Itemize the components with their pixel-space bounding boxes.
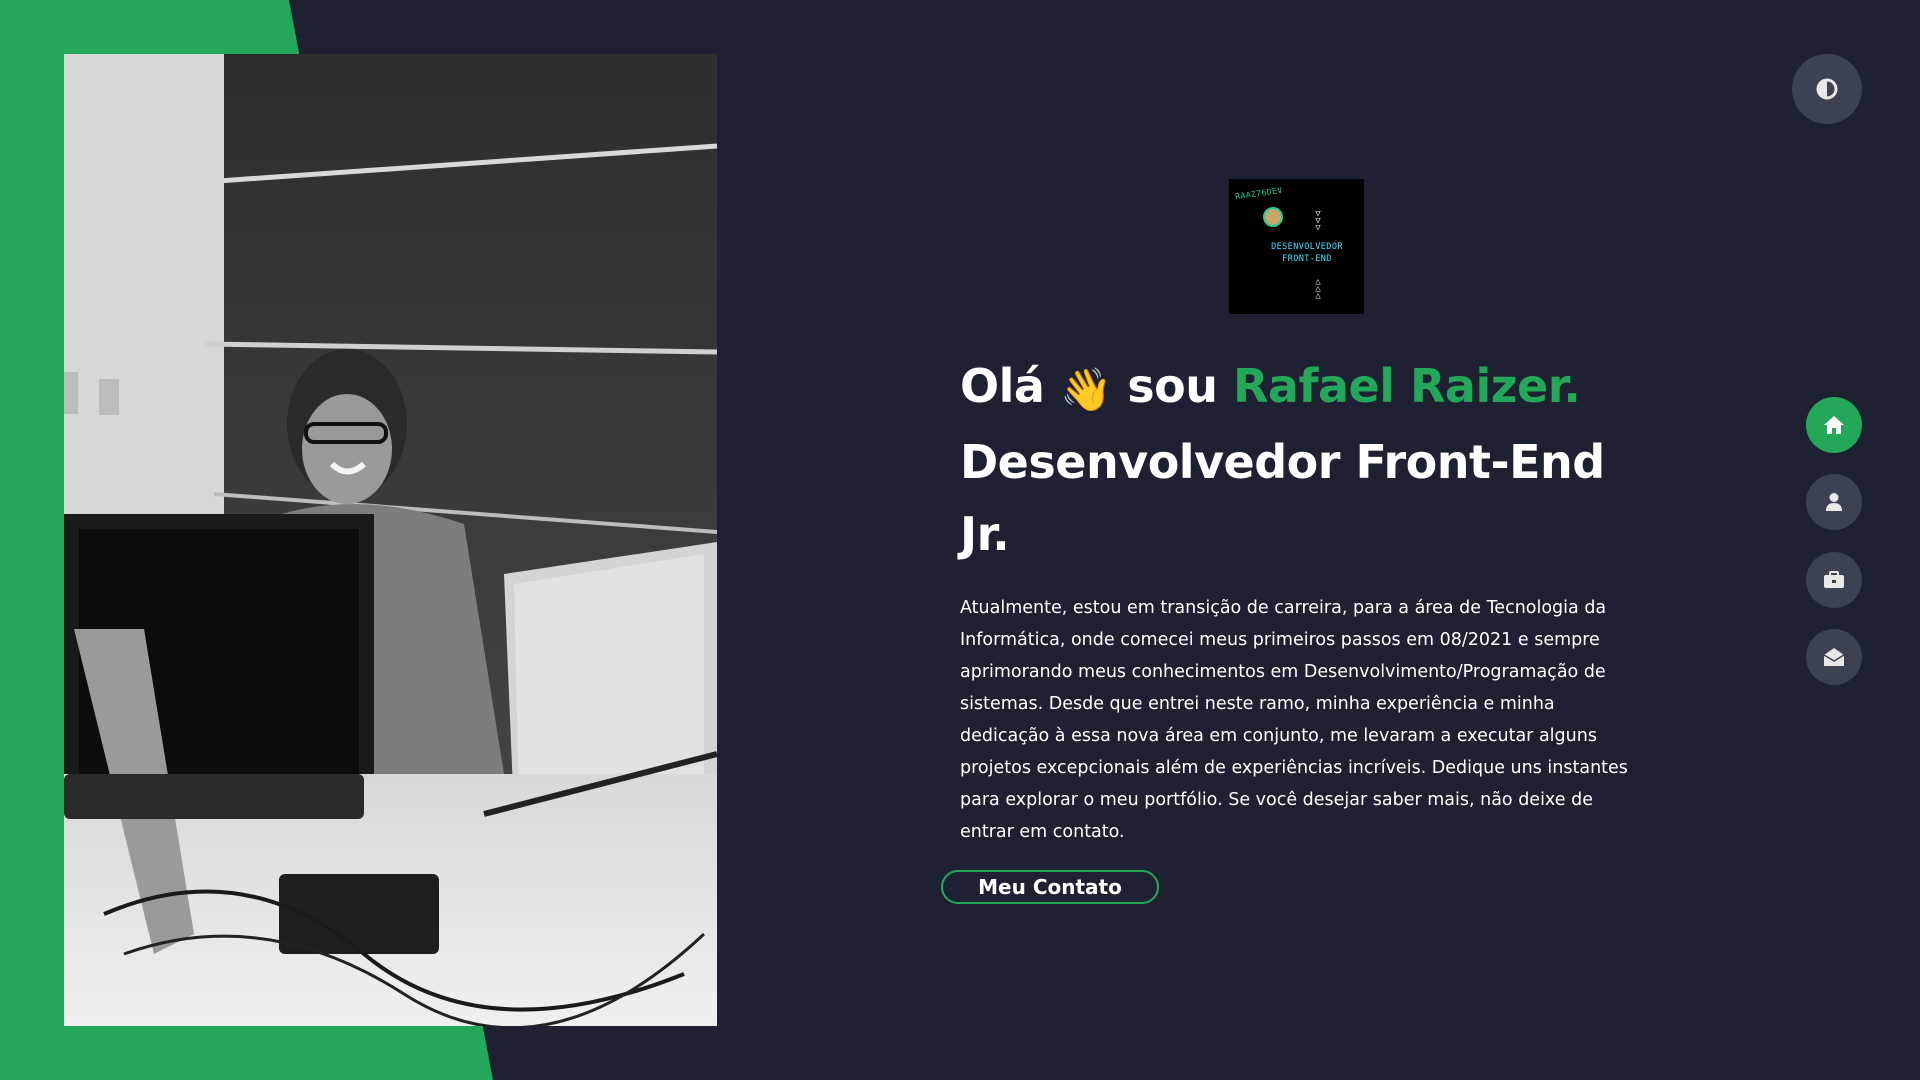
logo-chevrons-up-icon: △ △ △ [1315, 277, 1321, 301]
logo-chevrons-down-icon: ▽ ▽ ▽ [1315, 209, 1321, 233]
user-icon [1826, 493, 1842, 511]
briefcase-icon [1824, 571, 1844, 588]
intro-text: sou [1127, 359, 1218, 413]
logo-brand-text: RAAZ76DEV [1234, 185, 1284, 202]
nav-contact-button[interactable] [1806, 629, 1862, 685]
contact-button[interactable]: Meu Contato [941, 870, 1159, 904]
hero-description: Atualmente, estou em transição de carrei… [960, 598, 1628, 842]
profile-photo [64, 54, 717, 1026]
logo-subtitle-line1: DESENVOLVEDOR [1271, 242, 1343, 252]
logo-subtitle-line2: FRONT-END [1282, 254, 1332, 264]
hero-headline: Olá 👋 sou Rafael Raizer. Desenvolvedor F… [960, 350, 1660, 570]
hero-role: Desenvolvedor Front-End Jr. [960, 435, 1605, 561]
nav-portfolio-button[interactable] [1806, 552, 1862, 608]
half-circle-contrast-icon [1816, 78, 1838, 100]
greeting-text: Olá [960, 359, 1045, 413]
waving-hand-icon: 👋 [1059, 365, 1112, 414]
home-page: RAAZ76DEV ▽ ▽ ▽ DESENVOLVEDOR FRONT-END △ △… [0, 0, 1920, 1080]
envelope-open-icon [1823, 648, 1845, 666]
nav-home-button[interactable] [1806, 397, 1862, 453]
hero-name: Rafael Raizer. [1233, 359, 1581, 413]
home-icon [1824, 416, 1844, 434]
logo-avatar [1263, 207, 1283, 227]
brand-logo: RAAZ76DEV ▽ ▽ ▽ DESENVOLVEDOR FRONT-END △ △… [1229, 179, 1364, 314]
nav-about-button[interactable] [1806, 474, 1862, 530]
theme-toggle-button[interactable] [1792, 54, 1862, 124]
logo-subtitle: DESENVOLVEDOR FRONT-END [1257, 241, 1357, 265]
